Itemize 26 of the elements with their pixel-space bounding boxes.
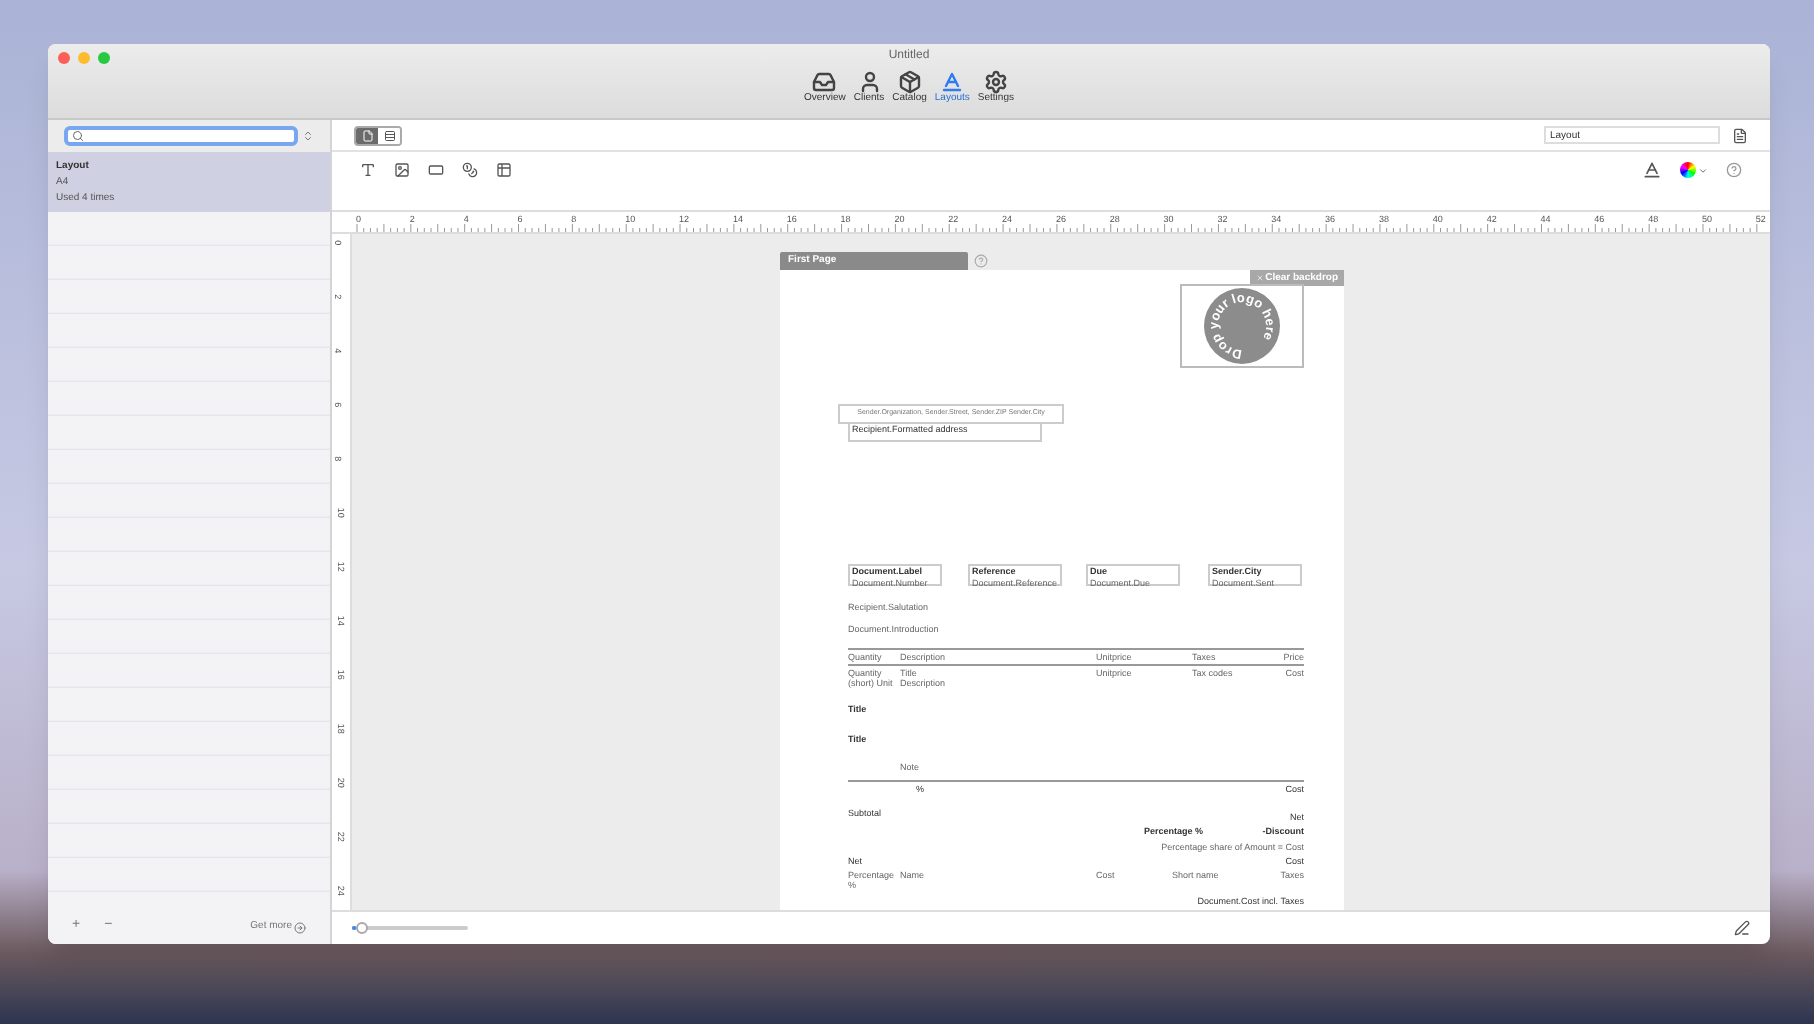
arrow-right-icon [294,921,306,933]
font-style-icon[interactable] [1642,160,1662,180]
caret-icon [1698,165,1708,175]
table-icon[interactable] [496,162,512,178]
search-icon [72,130,84,142]
color-picker[interactable] [1680,162,1708,178]
view-mode-button[interactable] [356,127,378,143]
person-icon [857,70,881,94]
pen-icon[interactable] [1734,920,1750,936]
list-icon [383,129,395,141]
text-tool-icon[interactable] [360,162,376,178]
rectangle-icon[interactable] [428,162,444,178]
page-icon [361,129,373,141]
search-field[interactable] [64,126,298,146]
coins-icon[interactable] [462,162,478,178]
document-icon[interactable] [1732,127,1748,143]
close-window-button[interactable] [58,52,70,64]
box-icon [897,70,922,94]
help-icon[interactable] [1726,162,1742,178]
gear-icon [983,70,1008,94]
image-icon[interactable] [394,162,410,178]
letter-icon [940,70,965,94]
zoom-slider[interactable] [352,922,468,934]
inbox-icon [812,70,837,94]
color-wheel-icon [1680,162,1696,178]
slider-thumb[interactable] [355,922,368,934]
